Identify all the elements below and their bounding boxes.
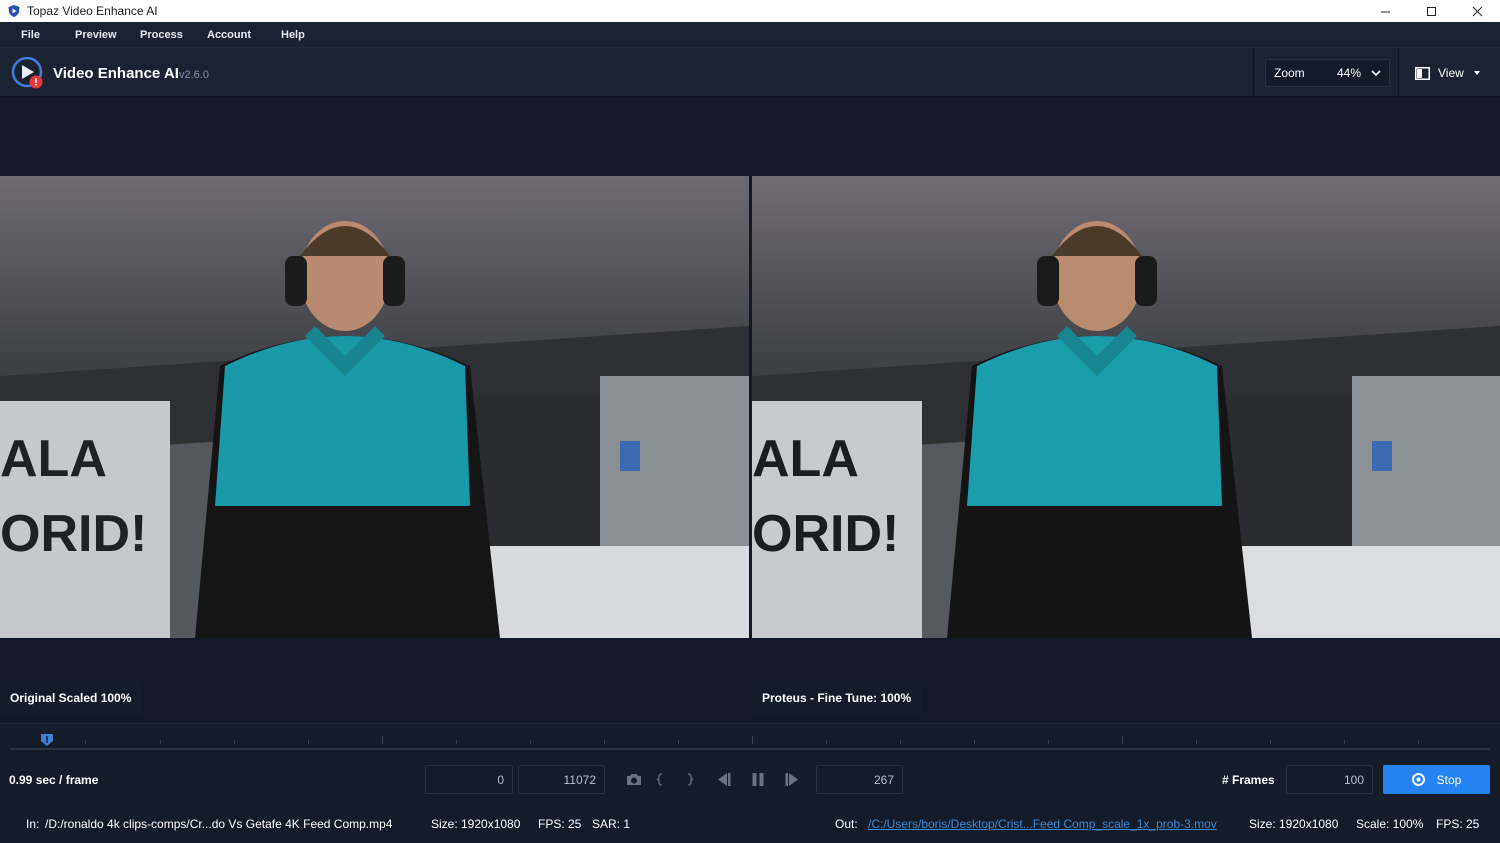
output-fps: FPS: 25 <box>1436 817 1480 831</box>
current-frame-input[interactable]: 267 <box>816 765 903 794</box>
pause-icon[interactable] <box>749 771 767 788</box>
step-back-icon[interactable] <box>714 771 732 788</box>
svg-text:ALA: ALA <box>0 430 107 488</box>
camera-icon[interactable] <box>625 771 643 788</box>
timeline-tick <box>1196 740 1197 744</box>
stop-circle-icon <box>1411 773 1425 786</box>
title-bar: Topaz Video Enhance AI <box>0 0 1500 22</box>
view-dropdown[interactable]: View <box>1412 61 1492 85</box>
menu-process[interactable]: Process <box>140 29 183 41</box>
timeline-tick <box>530 740 531 744</box>
timeline-tick <box>604 740 605 744</box>
enhanced-pane-label: Proteus - Fine Tune: 100% <box>752 681 922 715</box>
output-size: Size: 1920x1080 <box>1249 817 1339 831</box>
timeline-tick <box>752 736 753 744</box>
menu-bar: File Preview Process Account Help <box>0 22 1500 47</box>
app-logo-icon <box>11 57 43 89</box>
timeline-track[interactable] <box>10 748 1490 750</box>
split-view-icon <box>1415 66 1430 80</box>
input-label: In: <box>26 817 40 831</box>
playback-controls: 0.99 sec / frame 0 11072 267 # Frames 10… <box>0 756 1500 804</box>
output-scale: Scale: 100% <box>1356 817 1424 831</box>
timeline[interactable] <box>0 723 1500 756</box>
input-fps: FPS: 25 <box>538 817 582 831</box>
range-end-input[interactable]: 11072 <box>518 765 605 794</box>
app-header: Video Enhance AI v2.6.0 Zoom 44% View <box>0 47 1500 97</box>
menu-account[interactable]: Account <box>207 29 251 41</box>
original-video-frame: ALA ORID! <box>0 176 749 638</box>
original-video-pane[interactable]: ALA ORID! <box>0 176 749 638</box>
enhanced-video-frame: ALA ORID! <box>752 176 1500 638</box>
status-bar: In: /D:/ronaldo 4k clips-comps/Cr...do V… <box>0 804 1500 843</box>
menu-file[interactable]: File <box>21 29 40 41</box>
maximize-button[interactable] <box>1408 0 1454 22</box>
timeline-tick <box>85 740 86 744</box>
timeline-tick <box>308 740 309 744</box>
output-path-link[interactable]: /C:/Users/boris/Desktop/Crist...Feed Com… <box>868 817 1217 831</box>
menu-help[interactable]: Help <box>281 29 305 41</box>
timeline-tick <box>826 740 827 744</box>
set-out-point-icon[interactable] <box>680 771 698 788</box>
timeline-tick <box>1344 740 1345 744</box>
close-icon <box>1472 6 1482 16</box>
timeline-tick <box>382 736 383 744</box>
timeline-tick <box>678 740 679 744</box>
app-version: v2.6.0 <box>179 69 209 81</box>
timeline-tick <box>900 740 901 744</box>
frames-count-input[interactable]: 100 <box>1286 765 1373 794</box>
timeline-tick <box>1418 740 1419 744</box>
minimize-button[interactable] <box>1362 0 1408 22</box>
step-forward-icon[interactable] <box>784 771 802 788</box>
stop-label: Stop <box>1436 772 1462 787</box>
input-path: /D:/ronaldo 4k clips-comps/Cr...do Vs Ge… <box>45 817 393 831</box>
menu-preview[interactable]: Preview <box>75 29 117 41</box>
header-divider <box>1398 48 1399 97</box>
maximize-icon <box>1426 6 1436 16</box>
timeline-tick <box>1270 740 1271 744</box>
window-title: Topaz Video Enhance AI <box>27 4 158 18</box>
minimize-icon <box>1380 11 1390 12</box>
stop-button[interactable]: Stop <box>1383 765 1490 794</box>
zoom-value: 44% <box>1337 66 1362 80</box>
svg-text:ORID!: ORID! <box>0 505 147 563</box>
zoom-label: Zoom <box>1274 66 1305 80</box>
chevron-down-icon <box>1371 70 1381 77</box>
input-sar: SAR: 1 <box>592 817 631 831</box>
timeline-tick <box>456 740 457 744</box>
app-name: Video Enhance AI <box>53 65 179 82</box>
frames-label: # Frames <box>1222 773 1275 787</box>
caret-down-icon <box>1473 71 1480 75</box>
input-size: Size: 1920x1080 <box>431 817 521 831</box>
header-divider <box>1253 48 1254 97</box>
range-start-input[interactable]: 0 <box>425 765 513 794</box>
timeline-tick <box>974 740 975 744</box>
preview-area: ALA ORID! ALA ORID! Original Scaled 100%… <box>0 97 1500 723</box>
timeline-tick <box>1048 740 1049 744</box>
original-pane-label: Original Scaled 100% <box>0 681 142 715</box>
processing-speed: 0.99 sec / frame <box>9 773 99 787</box>
zoom-dropdown[interactable]: Zoom 44% <box>1265 59 1390 87</box>
svg-text:ALA: ALA <box>752 430 859 488</box>
topaz-shield-icon <box>8 5 20 17</box>
set-in-point-icon[interactable] <box>652 771 670 788</box>
view-label: View <box>1438 66 1464 80</box>
timeline-tick <box>160 740 161 744</box>
timeline-tick <box>1122 736 1123 744</box>
svg-text:ORID!: ORID! <box>752 505 899 563</box>
playhead-marker-icon[interactable] <box>40 733 54 747</box>
output-label: Out: <box>835 817 858 831</box>
close-button[interactable] <box>1454 0 1500 22</box>
enhanced-video-pane[interactable]: ALA ORID! <box>752 176 1500 638</box>
timeline-tick <box>234 740 235 744</box>
